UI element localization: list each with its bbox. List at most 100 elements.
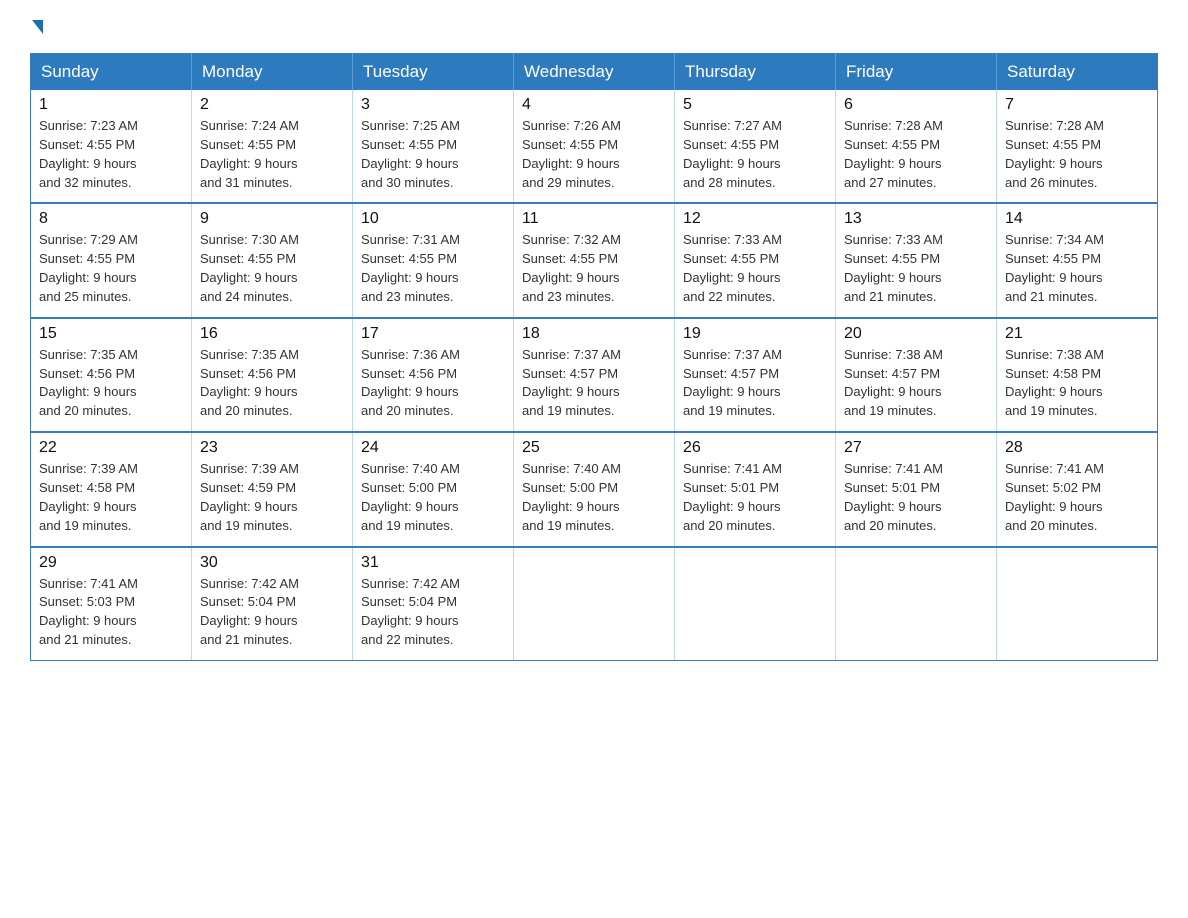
- day-info: Sunrise: 7:33 AMSunset: 4:55 PMDaylight:…: [683, 231, 827, 306]
- day-info: Sunrise: 7:41 AMSunset: 5:02 PMDaylight:…: [1005, 460, 1149, 535]
- day-number: 7: [1005, 96, 1149, 114]
- weekday-header-monday: Monday: [192, 54, 353, 91]
- day-info: Sunrise: 7:31 AMSunset: 4:55 PMDaylight:…: [361, 231, 505, 306]
- calendar-table: SundayMondayTuesdayWednesdayThursdayFrid…: [30, 53, 1158, 661]
- calendar-cell: 25 Sunrise: 7:40 AMSunset: 5:00 PMDayligh…: [514, 432, 675, 546]
- calendar-cell: 19 Sunrise: 7:37 AMSunset: 4:57 PMDayligh…: [675, 318, 836, 432]
- calendar-week-row: 29 Sunrise: 7:41 AMSunset: 5:03 PMDayligh…: [31, 547, 1158, 661]
- calendar-cell: 29 Sunrise: 7:41 AMSunset: 5:03 PMDayligh…: [31, 547, 192, 661]
- calendar-cell: 28 Sunrise: 7:41 AMSunset: 5:02 PMDayligh…: [997, 432, 1158, 546]
- day-info: Sunrise: 7:30 AMSunset: 4:55 PMDaylight:…: [200, 231, 344, 306]
- calendar-cell: 6 Sunrise: 7:28 AMSunset: 4:55 PMDaylight…: [836, 90, 997, 203]
- weekday-header-friday: Friday: [836, 54, 997, 91]
- day-number: 15: [39, 325, 183, 343]
- day-info: Sunrise: 7:41 AMSunset: 5:01 PMDaylight:…: [683, 460, 827, 535]
- day-number: 10: [361, 210, 505, 228]
- day-info: Sunrise: 7:25 AMSunset: 4:55 PMDaylight:…: [361, 117, 505, 192]
- calendar-cell: 1 Sunrise: 7:23 AMSunset: 4:55 PMDaylight…: [31, 90, 192, 203]
- day-info: Sunrise: 7:40 AMSunset: 5:00 PMDaylight:…: [522, 460, 666, 535]
- calendar-cell: 15 Sunrise: 7:35 AMSunset: 4:56 PMDayligh…: [31, 318, 192, 432]
- calendar-cell: 8 Sunrise: 7:29 AMSunset: 4:55 PMDaylight…: [31, 203, 192, 317]
- day-number: 2: [200, 96, 344, 114]
- day-number: 30: [200, 554, 344, 572]
- calendar-cell: [514, 547, 675, 661]
- day-info: Sunrise: 7:41 AMSunset: 5:01 PMDaylight:…: [844, 460, 988, 535]
- day-info: Sunrise: 7:40 AMSunset: 5:00 PMDaylight:…: [361, 460, 505, 535]
- calendar-cell: 4 Sunrise: 7:26 AMSunset: 4:55 PMDaylight…: [514, 90, 675, 203]
- day-info: Sunrise: 7:28 AMSunset: 4:55 PMDaylight:…: [1005, 117, 1149, 192]
- calendar-cell: 3 Sunrise: 7:25 AMSunset: 4:55 PMDaylight…: [353, 90, 514, 203]
- calendar-cell: 9 Sunrise: 7:30 AMSunset: 4:55 PMDaylight…: [192, 203, 353, 317]
- day-info: Sunrise: 7:39 AMSunset: 4:58 PMDaylight:…: [39, 460, 183, 535]
- day-info: Sunrise: 7:28 AMSunset: 4:55 PMDaylight:…: [844, 117, 988, 192]
- calendar-week-row: 8 Sunrise: 7:29 AMSunset: 4:55 PMDaylight…: [31, 203, 1158, 317]
- day-number: 13: [844, 210, 988, 228]
- calendar-cell: 13Sunrise: 7:33 AMSunset: 4:55 PMDayligh…: [836, 203, 997, 317]
- calendar-week-row: 22Sunrise: 7:39 AMSunset: 4:58 PMDayligh…: [31, 432, 1158, 546]
- day-info: Sunrise: 7:32 AMSunset: 4:55 PMDaylight:…: [522, 231, 666, 306]
- day-info: Sunrise: 7:39 AMSunset: 4:59 PMDaylight:…: [200, 460, 344, 535]
- calendar-cell: 17 Sunrise: 7:36 AMSunset: 4:56 PMDayligh…: [353, 318, 514, 432]
- calendar-cell: 22Sunrise: 7:39 AMSunset: 4:58 PMDayligh…: [31, 432, 192, 546]
- calendar-week-row: 1 Sunrise: 7:23 AMSunset: 4:55 PMDaylight…: [31, 90, 1158, 203]
- calendar-cell: [675, 547, 836, 661]
- day-number: 6: [844, 96, 988, 114]
- day-number: 26: [683, 439, 827, 457]
- day-info: Sunrise: 7:34 AMSunset: 4:55 PMDaylight:…: [1005, 231, 1149, 306]
- page-header: [30, 20, 1158, 35]
- day-info: Sunrise: 7:36 AMSunset: 4:56 PMDaylight:…: [361, 346, 505, 421]
- day-number: 23: [200, 439, 344, 457]
- day-number: 21: [1005, 325, 1149, 343]
- day-info: Sunrise: 7:26 AMSunset: 4:55 PMDaylight:…: [522, 117, 666, 192]
- day-info: Sunrise: 7:37 AMSunset: 4:57 PMDaylight:…: [522, 346, 666, 421]
- calendar-cell: [997, 547, 1158, 661]
- day-number: 27: [844, 439, 988, 457]
- day-info: Sunrise: 7:38 AMSunset: 4:58 PMDaylight:…: [1005, 346, 1149, 421]
- day-number: 16: [200, 325, 344, 343]
- day-info: Sunrise: 7:35 AMSunset: 4:56 PMDaylight:…: [39, 346, 183, 421]
- calendar-cell: 16 Sunrise: 7:35 AMSunset: 4:56 PMDayligh…: [192, 318, 353, 432]
- calendar-cell: 27 Sunrise: 7:41 AMSunset: 5:01 PMDayligh…: [836, 432, 997, 546]
- weekday-header-saturday: Saturday: [997, 54, 1158, 91]
- day-number: 20: [844, 325, 988, 343]
- calendar-cell: 5 Sunrise: 7:27 AMSunset: 4:55 PMDaylight…: [675, 90, 836, 203]
- calendar-cell: 21 Sunrise: 7:38 AMSunset: 4:58 PMDayligh…: [997, 318, 1158, 432]
- weekday-header-tuesday: Tuesday: [353, 54, 514, 91]
- day-info: Sunrise: 7:41 AMSunset: 5:03 PMDaylight:…: [39, 575, 183, 650]
- day-number: 11: [522, 210, 666, 228]
- calendar-cell: 31Sunrise: 7:42 AMSunset: 5:04 PMDayligh…: [353, 547, 514, 661]
- calendar-cell: 2 Sunrise: 7:24 AMSunset: 4:55 PMDaylight…: [192, 90, 353, 203]
- day-number: 9: [200, 210, 344, 228]
- calendar-cell: 12 Sunrise: 7:33 AMSunset: 4:55 PMDayligh…: [675, 203, 836, 317]
- calendar-cell: 14Sunrise: 7:34 AMSunset: 4:55 PMDayligh…: [997, 203, 1158, 317]
- day-number: 1: [39, 96, 183, 114]
- logo-triangle-icon: [32, 20, 43, 34]
- day-number: 12: [683, 210, 827, 228]
- logo: [30, 20, 43, 35]
- weekday-header-wednesday: Wednesday: [514, 54, 675, 91]
- calendar-cell: 30 Sunrise: 7:42 AMSunset: 5:04 PMDayligh…: [192, 547, 353, 661]
- day-info: Sunrise: 7:42 AMSunset: 5:04 PMDaylight:…: [200, 575, 344, 650]
- day-info: Sunrise: 7:38 AMSunset: 4:57 PMDaylight:…: [844, 346, 988, 421]
- day-number: 25: [522, 439, 666, 457]
- day-number: 17: [361, 325, 505, 343]
- day-info: Sunrise: 7:24 AMSunset: 4:55 PMDaylight:…: [200, 117, 344, 192]
- day-number: 29: [39, 554, 183, 572]
- day-info: Sunrise: 7:27 AMSunset: 4:55 PMDaylight:…: [683, 117, 827, 192]
- calendar-cell: 26 Sunrise: 7:41 AMSunset: 5:01 PMDayligh…: [675, 432, 836, 546]
- day-info: Sunrise: 7:23 AMSunset: 4:55 PMDaylight:…: [39, 117, 183, 192]
- day-number: 19: [683, 325, 827, 343]
- calendar-cell: [836, 547, 997, 661]
- calendar-cell: 24Sunrise: 7:40 AMSunset: 5:00 PMDayligh…: [353, 432, 514, 546]
- day-info: Sunrise: 7:35 AMSunset: 4:56 PMDaylight:…: [200, 346, 344, 421]
- day-info: Sunrise: 7:29 AMSunset: 4:55 PMDaylight:…: [39, 231, 183, 306]
- calendar-cell: 18Sunrise: 7:37 AMSunset: 4:57 PMDayligh…: [514, 318, 675, 432]
- day-number: 8: [39, 210, 183, 228]
- day-info: Sunrise: 7:37 AMSunset: 4:57 PMDaylight:…: [683, 346, 827, 421]
- day-number: 5: [683, 96, 827, 114]
- weekday-header-thursday: Thursday: [675, 54, 836, 91]
- day-number: 3: [361, 96, 505, 114]
- day-number: 4: [522, 96, 666, 114]
- weekday-header-sunday: Sunday: [31, 54, 192, 91]
- day-number: 28: [1005, 439, 1149, 457]
